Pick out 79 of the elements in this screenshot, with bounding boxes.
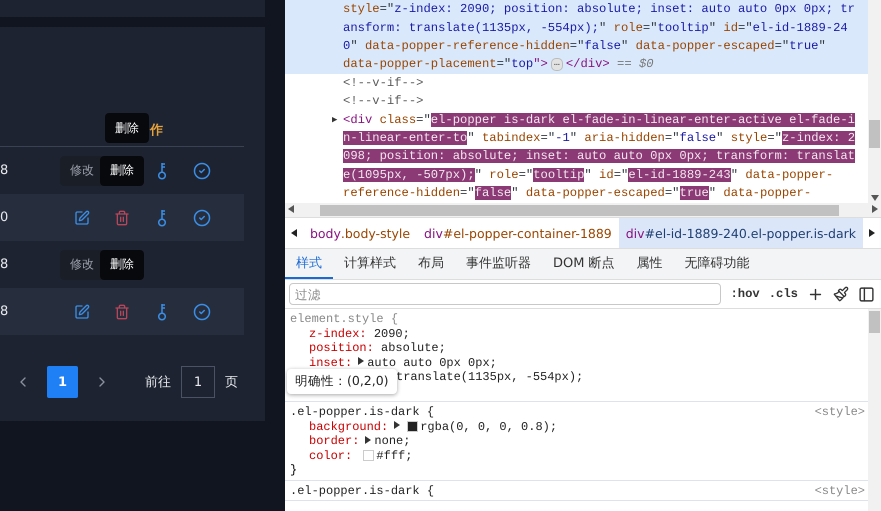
breadcrumb[interactable]: div#el-id-1889-240.el-popper.is-dark [618,218,864,248]
tooltip: 删除 [100,156,144,186]
property-value: auto auto 0px 0px; [367,356,497,370]
code-line[interactable]: e(1095px, -507px);" role="tooltip" id="el-id-1889-243" data-popper- [285,166,868,184]
scroll-left-icon[interactable] [288,205,294,213]
filter-field[interactable]: 过滤 [289,283,722,305]
property-value: absolute; [381,341,446,356]
tab[interactable]: 计算样式 [333,249,407,279]
property-name: z-index: [309,326,367,341]
source-link[interactable]: <style> [814,405,868,420]
breadcrumb[interactable]: body.body-style [302,218,418,248]
key-icon[interactable] [157,302,167,320]
edit-icon[interactable] [74,304,90,320]
check-circle-icon[interactable] [193,302,211,320]
key-icon[interactable] [157,208,167,226]
scroll-down-icon[interactable] [870,195,878,201]
closing-brace: } [290,463,298,478]
code-line[interactable]: reference-hidden="false" data-popper-escaped="true" data-popper- [285,184,868,202]
property-value: translate(1135px, -554px); [396,370,584,384]
scroll-left-icon[interactable] [290,229,297,237]
trash-icon[interactable] [114,304,130,320]
tooltip: 修改 [60,156,104,186]
css-selector: .el-popper.is-dark { [290,405,434,420]
property-name: inset: [309,356,352,370]
property-value: #fff; [376,448,412,463]
column-header: 作 [150,122,163,139]
key-icon[interactable] [157,162,167,180]
tab[interactable]: 无障碍功能 [674,249,761,279]
code-line[interactable]: n-linear-enter-to" tabindex="-1" aria-hidden="false" style="z-index: 2 [285,128,868,148]
tooltip: 删除 [100,250,144,280]
tab[interactable]: 事件监听器 [455,249,542,279]
breadcrumb[interactable]: div#el-popper-container-1889 [417,218,619,248]
property-name: border: [309,434,360,448]
table-cell-text: 8 [0,163,10,178]
scrollbar[interactable] [868,0,881,203]
table-cell-text: 8 [0,257,10,272]
color-swatch[interactable] [407,421,418,432]
toggle-button[interactable]: .cls [768,287,798,301]
property-value: none; [374,434,410,448]
scroll-thumb[interactable] [869,311,880,333]
property-name: color: [309,448,352,463]
page-button[interactable]: 1 [47,366,78,398]
scroll-thumb[interactable] [869,120,880,148]
edit-icon[interactable] [74,210,90,226]
scroll-thumb[interactable] [320,204,839,216]
table-cell-text: 0 [0,210,10,225]
code-line[interactable]: <!--v-if--> [285,74,868,92]
code-line[interactable]: <!--v-if--> [285,92,868,110]
property-name: position: [309,341,374,356]
horizontal-scrollbar[interactable] [285,203,881,217]
scroll-right-icon[interactable] [872,205,878,213]
toggle-button[interactable]: :hov [730,287,760,301]
paintbrush-icon[interactable] [833,286,849,302]
specificity-tooltip: 明确性：(0,2,0) [287,369,397,394]
css-selector: .el-popper.is-dark { [290,484,434,498]
scrollbar[interactable] [868,309,881,511]
property-value: rgba(0, 0, 0, 0.8); [420,420,558,434]
tooltip: 删除 [105,113,149,143]
expand-arrow[interactable]: ▶ [332,114,338,125]
goto-label: 前往 [145,374,171,391]
trash-icon[interactable] [114,210,130,226]
tab[interactable]: 属性 [626,249,674,279]
tab[interactable]: 布局 [407,249,455,279]
check-circle-icon[interactable] [193,208,211,226]
sidebar-toggle-icon[interactable] [858,286,875,302]
source-link[interactable]: <style> [814,484,868,498]
tooltip: 修改 [60,250,104,280]
check-circle-icon[interactable] [193,162,211,180]
page-input[interactable]: 1 [181,366,215,398]
property-name: background: [309,420,388,434]
tab[interactable]: 样式 [285,249,333,279]
page-suffix: 页 [225,374,238,391]
table-cell-text: 8 [0,304,10,319]
css-selector: element.style { [290,312,398,326]
expand-arrow[interactable] [365,436,372,447]
tab[interactable]: DOM 断点 [542,249,626,279]
color-swatch[interactable] [363,450,374,462]
property-value: 2090; [374,326,410,341]
scroll-right-icon[interactable] [869,229,876,237]
